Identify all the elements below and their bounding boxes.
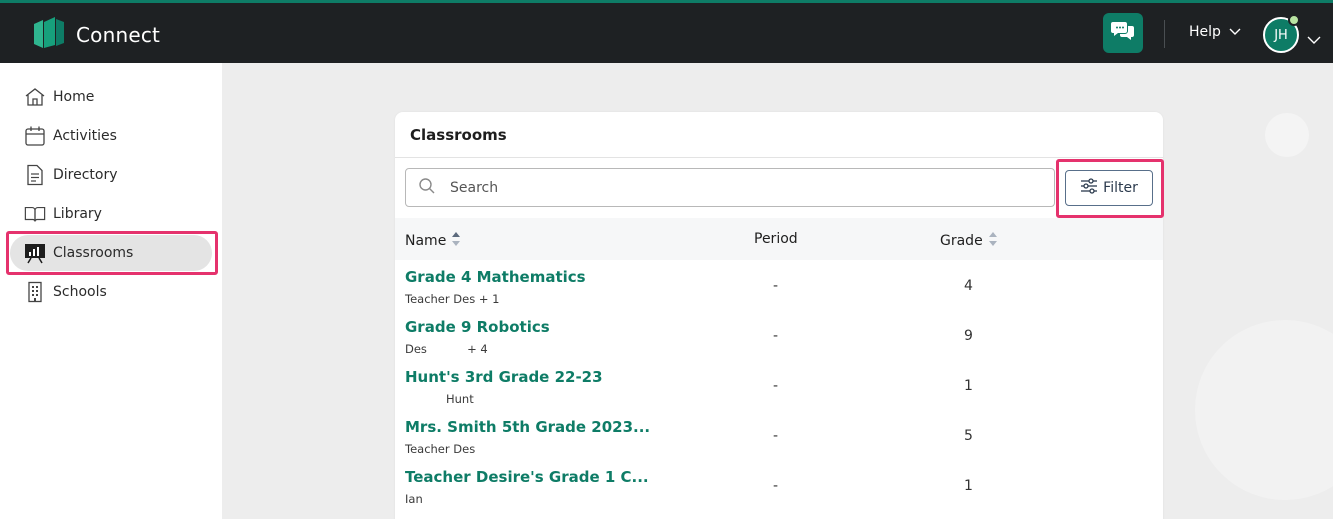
table-header: Name Period Grade <box>395 218 1163 260</box>
classroom-teachers: Teacher Des + 1 <box>405 292 500 306</box>
classroom-name-link[interactable]: Mrs. Smith 5th Grade 2023... <box>405 418 650 436</box>
column-header-label: Period <box>754 231 798 247</box>
help-label: Help <box>1189 24 1221 40</box>
classrooms-card: Classrooms Filter Name Period Grade <box>395 112 1163 519</box>
classroom-period: - <box>773 478 779 494</box>
sidebar-item-label: Directory <box>53 167 118 183</box>
top-bar: Connect Help JH <box>0 0 1333 63</box>
connect-logo-icon <box>34 17 64 53</box>
column-header-grade[interactable]: Grade <box>940 231 998 251</box>
table-row: Teacher Desire's Grade 1 C... Ian - 1 <box>395 462 1163 512</box>
classroom-grade: 4 <box>964 278 973 294</box>
classroom-teachers: Hunt <box>446 392 474 406</box>
classroom-teachers: Des + 4 <box>405 342 488 356</box>
classroom-name-link[interactable]: Hunt's 3rd Grade 22-23 <box>405 368 603 386</box>
sidebar-item-directory[interactable]: Directory <box>10 157 212 193</box>
book-icon <box>24 203 46 225</box>
home-icon <box>24 86 46 108</box>
help-menu[interactable]: Help <box>1189 24 1241 40</box>
classroom-period: - <box>773 328 779 344</box>
background-circle <box>1265 113 1309 157</box>
classroom-period: - <box>773 278 779 294</box>
sidebar: Home Activities Directory Library Classr… <box>0 63 222 519</box>
classroom-period: - <box>773 378 779 394</box>
sidebar-item-label: Schools <box>53 284 107 300</box>
online-status-indicator <box>1288 14 1300 26</box>
sidebar-item-library[interactable]: Library <box>10 196 212 232</box>
building-icon <box>24 281 46 303</box>
filter-highlight-box <box>1056 159 1164 218</box>
table-row: Hunt's 3rd Grade 22-23 Hunt - 1 <box>395 362 1163 412</box>
brand[interactable]: Connect <box>34 17 160 53</box>
table-row: Mrs. Smith 5th Grade 2023... Teacher Des… <box>395 412 1163 462</box>
sidebar-item-label: Library <box>53 206 102 222</box>
classrooms-highlight-box <box>6 231 218 275</box>
classroom-grade: 1 <box>964 478 973 494</box>
column-header-label: Grade <box>940 233 983 249</box>
search-icon <box>418 177 436 199</box>
column-header-label: Name <box>405 233 447 249</box>
card-divider <box>395 157 1163 158</box>
classroom-name-link[interactable]: Teacher Desire's Grade 1 C... <box>405 468 649 486</box>
document-icon <box>24 164 46 186</box>
sidebar-item-schools[interactable]: Schools <box>10 274 212 310</box>
sidebar-item-activities[interactable]: Activities <box>10 118 212 154</box>
classroom-grade: 1 <box>964 378 973 394</box>
card-title: Classrooms <box>410 126 507 144</box>
sidebar-item-label: Home <box>53 89 95 105</box>
avatar-initials: JH <box>1274 27 1288 43</box>
classroom-name-link[interactable]: Grade 4 Mathematics <box>405 268 586 286</box>
column-header-name[interactable]: Name <box>405 231 461 251</box>
classroom-period: - <box>773 428 779 444</box>
header-divider <box>1164 20 1165 48</box>
classroom-teachers: Ian <box>405 492 423 506</box>
column-header-period: Period <box>754 231 798 247</box>
classroom-grade: 5 <box>964 428 973 444</box>
sidebar-item-home[interactable]: Home <box>10 79 212 115</box>
chat-bubbles-icon <box>1111 20 1135 46</box>
background-circle <box>1195 320 1333 500</box>
table-row: Grade 4 Mathematics Teacher Des + 1 - 4 <box>395 262 1163 312</box>
sort-icon <box>988 231 998 251</box>
table-row: Grade 9 Robotics Des + 4 - 9 <box>395 312 1163 362</box>
calendar-icon <box>24 125 46 147</box>
classroom-grade: 9 <box>964 328 973 344</box>
chat-button[interactable] <box>1103 13 1143 53</box>
classroom-name-link[interactable]: Grade 9 Robotics <box>405 318 550 336</box>
search-input[interactable] <box>450 179 1010 196</box>
sidebar-item-label: Activities <box>53 128 117 144</box>
app-name: Connect <box>76 23 161 47</box>
chevron-down-icon <box>1221 24 1241 40</box>
sort-icon <box>451 231 461 251</box>
search-box[interactable] <box>405 168 1055 207</box>
chevron-down-icon[interactable] <box>1307 30 1321 49</box>
classroom-teachers: Teacher Des <box>405 442 476 456</box>
